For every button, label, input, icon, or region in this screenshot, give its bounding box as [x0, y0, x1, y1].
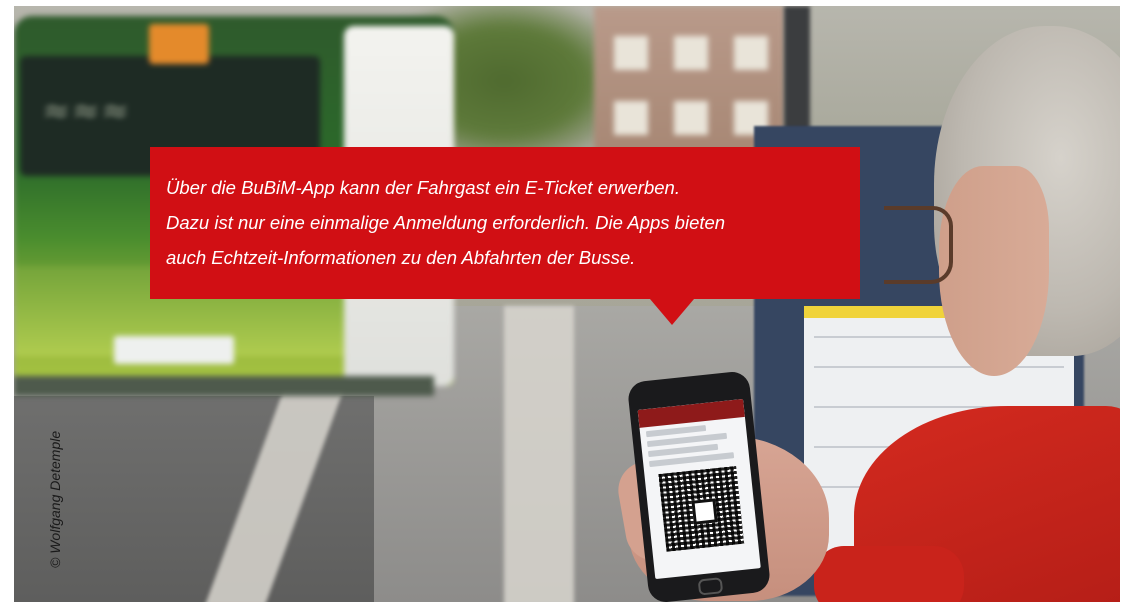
callout-line: Über die BuBiM-App kann der Fahrgast ein… — [166, 177, 680, 198]
person-face — [939, 166, 1049, 376]
smartphone — [626, 370, 772, 602]
photo-credit: © Wolfgang Detemple — [47, 430, 63, 568]
timetable-line — [814, 366, 1064, 368]
bus-bumper — [14, 376, 434, 396]
home-button — [697, 577, 724, 596]
arm — [814, 546, 964, 602]
bus-plate — [114, 336, 234, 364]
ticket-qr-code — [658, 466, 745, 552]
callout-line: Dazu ist nur eine einmalige Anmeldung er… — [166, 212, 726, 233]
glasses — [884, 206, 953, 284]
callout-text: Über die BuBiM-App kann der Fahrgast ein… — [166, 170, 846, 275]
e-ticket-screen — [637, 398, 761, 580]
callout-line: auch Echtzeit-Informationen zu den Abfah… — [166, 247, 636, 268]
app-header — [637, 398, 745, 428]
bus-advertising: ≈≈≈ — [42, 91, 131, 131]
photo: ≈≈≈ — [14, 6, 1120, 602]
callout-pointer — [650, 299, 694, 325]
bus-destination-sign — [149, 24, 209, 64]
tactile-stripe — [504, 306, 574, 602]
